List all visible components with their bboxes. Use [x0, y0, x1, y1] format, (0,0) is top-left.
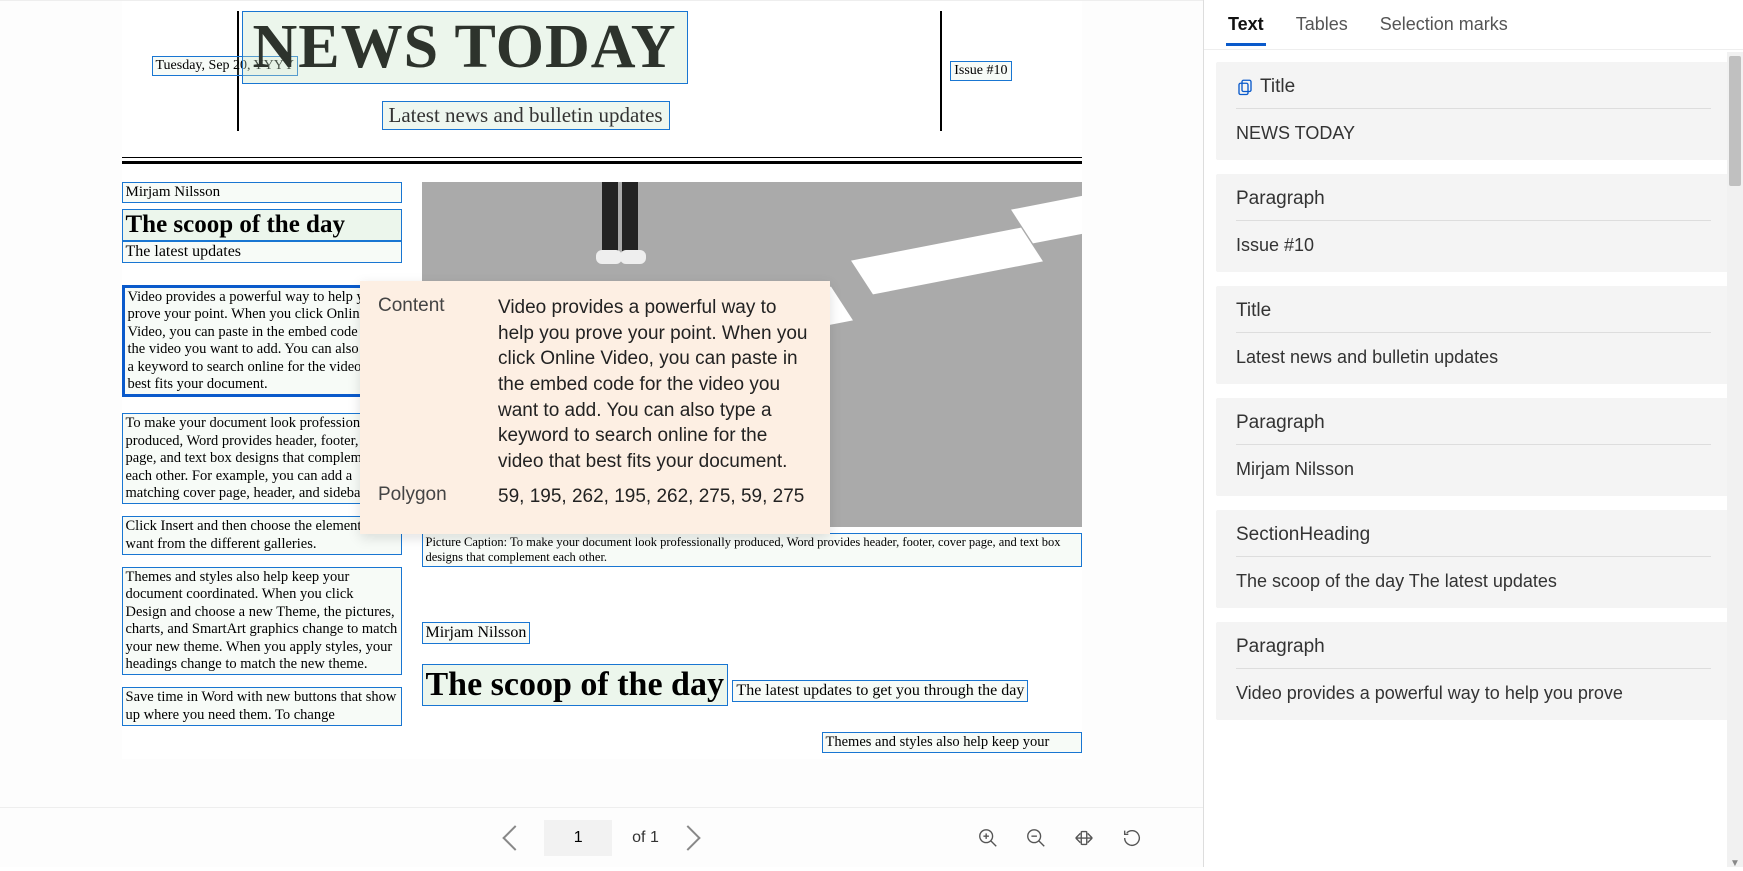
card-label: Title — [1236, 300, 1271, 322]
prev-page-button[interactable] — [502, 825, 527, 850]
result-card[interactable]: Paragraph Issue #10 — [1216, 174, 1731, 272]
popover-content-label: Content — [378, 295, 498, 484]
page-number-input[interactable] — [544, 820, 612, 856]
subtitle[interactable]: Latest news and bulletin updates — [382, 101, 670, 130]
copy-icon — [1236, 78, 1254, 96]
news-title[interactable]: NEWS TODAY — [242, 11, 688, 84]
popover-polygon-value: 59, 195, 262, 195, 262, 275, 59, 275 — [498, 484, 812, 520]
scrollbar[interactable] — [1727, 52, 1743, 867]
deck[interactable]: The latest updates — [122, 241, 402, 263]
card-value: Issue #10 — [1236, 221, 1711, 256]
page-total: 1 — [650, 829, 659, 846]
card-label: Paragraph — [1236, 636, 1325, 658]
card-label: Paragraph — [1236, 188, 1325, 210]
image-caption[interactable]: Picture Caption: To make your document l… — [422, 533, 1082, 567]
result-card[interactable]: Paragraph Mirjam Nilsson — [1216, 398, 1731, 496]
headline[interactable]: The scoop of the day — [422, 664, 728, 706]
result-card[interactable]: Paragraph Video provides a powerful way … — [1216, 622, 1731, 720]
paragraph[interactable]: Themes and styles also help keep your do… — [122, 567, 402, 675]
headline[interactable]: The scoop of the day — [122, 209, 402, 241]
zoom-out-icon[interactable] — [1025, 827, 1047, 849]
card-value: Video provides a powerful way to help yo… — [1236, 669, 1711, 704]
tab-tables[interactable]: Tables — [1294, 4, 1350, 45]
result-card[interactable]: Title NEWS TODAY — [1216, 62, 1731, 160]
of-label: of — [632, 829, 645, 846]
analysis-panel: Text Tables Selection marks Title NEWS T… — [1203, 0, 1743, 867]
card-value: Latest news and bulletin updates — [1236, 333, 1711, 368]
card-label: Paragraph — [1236, 412, 1325, 434]
fit-width-icon[interactable] — [1073, 827, 1095, 849]
result-card[interactable]: Title Latest news and bulletin updates — [1216, 286, 1731, 384]
author-byline[interactable]: Mirjam Nilsson — [122, 182, 402, 203]
deck[interactable]: The latest updates to get you through th… — [732, 680, 1028, 702]
zoom-in-icon[interactable] — [977, 827, 999, 849]
results-list: Title NEWS TODAY Paragraph Issue #10 Tit… — [1204, 50, 1743, 867]
card-value: The scoop of the day The latest updates — [1236, 557, 1711, 592]
paragraph[interactable]: Save time in Word with new buttons that … — [122, 687, 402, 726]
popover-polygon-label: Polygon — [378, 484, 498, 520]
tab-text[interactable]: Text — [1226, 4, 1266, 45]
popover-content-value: Video provides a powerful way to help yo… — [498, 295, 812, 484]
author-byline[interactable]: Mirjam Nilsson — [422, 622, 531, 644]
scrollbar-thumb[interactable] — [1729, 56, 1741, 186]
page-controls: of 1 — [0, 807, 1203, 867]
rotate-icon[interactable] — [1121, 827, 1143, 849]
card-label: SectionHeading — [1236, 524, 1370, 546]
paragraph[interactable]: Themes and styles also help keep your — [822, 732, 1082, 753]
tabs: Text Tables Selection marks — [1204, 0, 1743, 50]
card-value: Mirjam Nilsson — [1236, 445, 1711, 480]
next-page-button[interactable] — [675, 825, 700, 850]
scrollbar-down-icon[interactable] — [1730, 853, 1740, 865]
tab-selection-marks[interactable]: Selection marks — [1378, 4, 1510, 45]
content-popover: Content Video provides a powerful way to… — [360, 281, 830, 534]
document-viewer: Tuesday, Sep 20, YYYY NEWS TODAY Issue #… — [0, 0, 1203, 867]
issue-number[interactable]: Issue #10 — [950, 61, 1011, 81]
result-card[interactable]: SectionHeading The scoop of the day The … — [1216, 510, 1731, 608]
card-label: Title — [1260, 76, 1295, 98]
card-value: NEWS TODAY — [1236, 109, 1711, 144]
